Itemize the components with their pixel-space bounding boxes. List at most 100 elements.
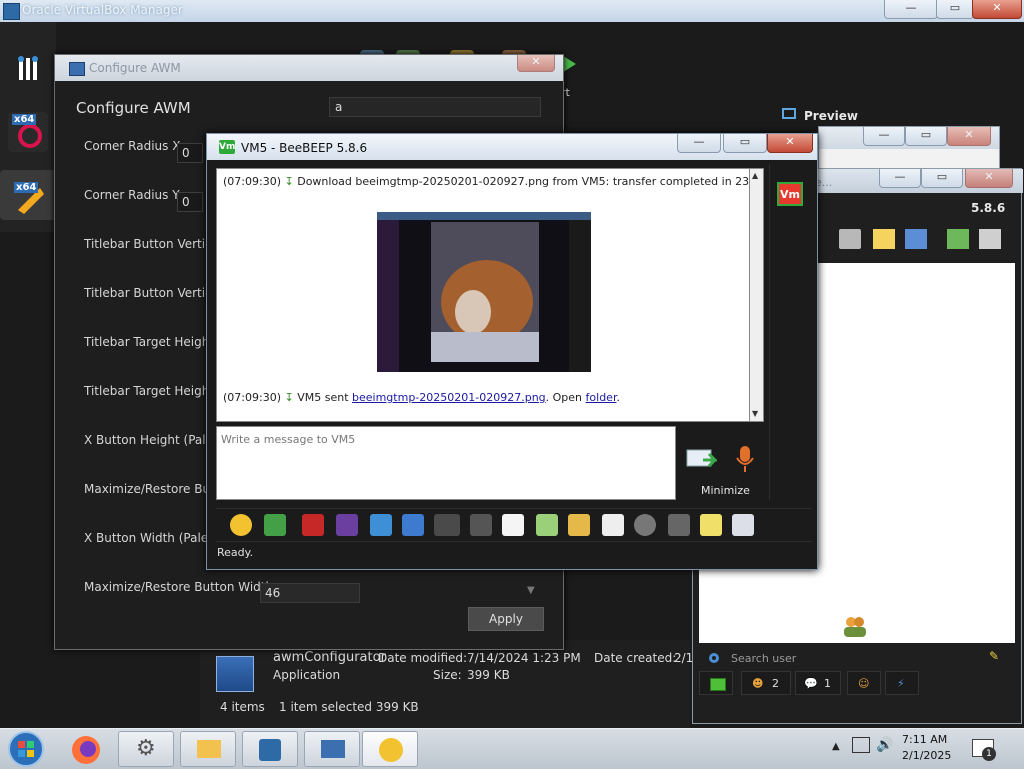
message-time: (07:09:30) <box>223 175 281 188</box>
corner-radius-x-input[interactable]: 0 <box>177 143 203 163</box>
search-user-bar[interactable]: Search user ✎ <box>699 647 1015 669</box>
network-icon[interactable] <box>852 737 870 753</box>
plugin-icon: ⚡ <box>897 677 905 690</box>
close-button[interactable]: ✕ <box>972 0 1022 19</box>
clock-time[interactable]: 7:11 AM <box>902 733 947 746</box>
close-button[interactable]: ✕ <box>767 134 813 153</box>
screenshot-icon[interactable] <box>634 514 656 536</box>
font-icon[interactable] <box>470 514 492 536</box>
code-icon[interactable] <box>602 514 624 536</box>
vbox-sidebar: x64 x64 <box>0 22 56 232</box>
firefox-icon[interactable] <box>66 733 106 767</box>
clock-date[interactable]: 2/1/2025 <box>902 749 951 762</box>
folder-icon <box>197 740 221 758</box>
taskbar: ⚙ ▲ 🔊 7:11 AM 2/1/2025 1 <box>0 728 1024 769</box>
message-text: Download beeimgtmp-20250201-020927.png f… <box>297 175 750 188</box>
chat-icon: 💬 <box>804 677 818 690</box>
message-text: . Open <box>545 391 586 404</box>
preview-icon <box>782 108 796 119</box>
taskbar-virtualbox[interactable] <box>242 731 298 767</box>
max-restore-width-input[interactable]: 46 <box>260 583 360 603</box>
clear-icon[interactable] <box>668 514 690 536</box>
minimize-label[interactable]: Minimize <box>701 484 750 497</box>
awm-search-input[interactable]: a <box>329 97 541 117</box>
send-file-icon[interactable] <box>536 514 558 536</box>
taskbar-explorer[interactable] <box>180 731 236 767</box>
scroll-up-icon[interactable]: ▲ <box>752 171 758 180</box>
maximize-button[interactable]: ▭ <box>936 0 974 19</box>
vm-item-selected[interactable]: x64 <box>0 170 56 220</box>
fox-image <box>377 212 591 372</box>
awm-titlebar: Configure AWM ✕ <box>55 55 563 81</box>
archive-icon[interactable] <box>839 229 861 249</box>
send-folder-icon[interactable] <box>568 514 590 536</box>
apply-button[interactable]: Apply <box>468 607 544 631</box>
filter-icon[interactable] <box>370 514 392 536</box>
vm-arch-badge: x64 <box>14 182 39 193</box>
setting-label: Titlebar Target Height <box>84 335 215 349</box>
spellcheck-icon[interactable] <box>434 514 460 536</box>
awm-close-button[interactable]: ✕ <box>517 55 555 72</box>
awm-heading: Configure AWM <box>76 99 191 117</box>
virtualbox-icon <box>259 739 281 761</box>
corner-radius-y-input[interactable]: 0 <box>177 192 203 212</box>
show-hidden-icons[interactable]: ▲ <box>832 741 840 752</box>
save-chat-icon[interactable] <box>732 514 754 536</box>
setting-label: Corner Radius Y <box>84 188 180 202</box>
chat-toolbar <box>216 508 812 542</box>
notes-icon[interactable] <box>700 514 722 536</box>
tab-groups[interactable]: ☺ <box>847 671 881 695</box>
edit-icon[interactable] <box>873 229 895 249</box>
volume-icon[interactable]: 🔊 <box>876 737 893 753</box>
gear-icon[interactable] <box>707 651 721 665</box>
chat-scrollbar[interactable]: ▲ ▼ <box>750 168 764 422</box>
monitor-icon <box>710 678 726 691</box>
tab-users[interactable]: ☻ 2 <box>741 671 791 695</box>
clear-search-icon[interactable]: ✎ <box>989 649 999 663</box>
chat-members-pane <box>769 164 816 500</box>
file-link[interactable]: beeimgtmp-20250201-020927.png <box>352 391 546 404</box>
text-color-icon[interactable] <box>302 514 324 536</box>
vm-member-avatar[interactable]: Vm <box>777 182 803 206</box>
emoji-icon[interactable] <box>230 514 252 536</box>
tab-monitor[interactable] <box>699 671 733 695</box>
date-modified-label: Date modified: <box>378 651 468 665</box>
close-button[interactable]: ✕ <box>947 127 991 146</box>
vm-item-debian[interactable]: x64 <box>8 112 48 152</box>
taskbar-awm[interactable] <box>304 731 360 767</box>
palette-icon[interactable] <box>336 514 358 536</box>
start-button[interactable] <box>4 729 48 769</box>
minimize-button[interactable]: — <box>879 169 921 188</box>
scroll-down-icon[interactable]: ▼ <box>752 409 758 418</box>
tab-chats[interactable]: 💬 1 <box>795 671 841 695</box>
chevron-down-icon[interactable]: ▼ <box>527 585 535 596</box>
message-input[interactable]: Write a message to VM5 <box>216 426 676 500</box>
taskbar-settings[interactable]: ⚙ <box>118 731 174 767</box>
tab-plugins[interactable]: ⚡ <box>885 671 919 695</box>
minimize-button[interactable]: — <box>884 0 938 19</box>
taskbar-beebeep[interactable] <box>362 731 418 767</box>
minimize-button[interactable]: — <box>677 134 721 153</box>
chat-log[interactable]: (07:09:30) ↧ Download beeimgtmp-20250201… <box>216 168 750 422</box>
tools-icon[interactable] <box>8 50 48 90</box>
send-message-icon[interactable] <box>685 446 717 472</box>
network-icon[interactable] <box>905 229 927 249</box>
minimize-button[interactable]: — <box>863 127 905 146</box>
settings-icon[interactable] <box>402 514 424 536</box>
new-document-icon[interactable] <box>502 514 524 536</box>
trash-icon[interactable] <box>979 229 1001 249</box>
gift-icon[interactable] <box>947 229 969 249</box>
status-bar-text: Ready. <box>217 546 254 559</box>
mail-icon[interactable] <box>264 514 286 536</box>
folder-link[interactable]: folder <box>586 391 617 404</box>
maximize-button[interactable]: ▭ <box>905 127 947 146</box>
close-button[interactable]: ✕ <box>965 169 1013 188</box>
awm-app-icon <box>69 62 85 76</box>
virtualbox-icon <box>3 3 20 20</box>
image-thumbnail[interactable] <box>377 212 591 372</box>
file-type: Application <box>273 668 341 682</box>
chat-titlebar: Vm VM5 - BeeBEEP 5.8.6 — ▭ ✕ <box>207 134 817 160</box>
maximize-button[interactable]: ▭ <box>723 134 767 153</box>
microphone-icon[interactable] <box>735 444 755 474</box>
maximize-button[interactable]: ▭ <box>921 169 963 188</box>
